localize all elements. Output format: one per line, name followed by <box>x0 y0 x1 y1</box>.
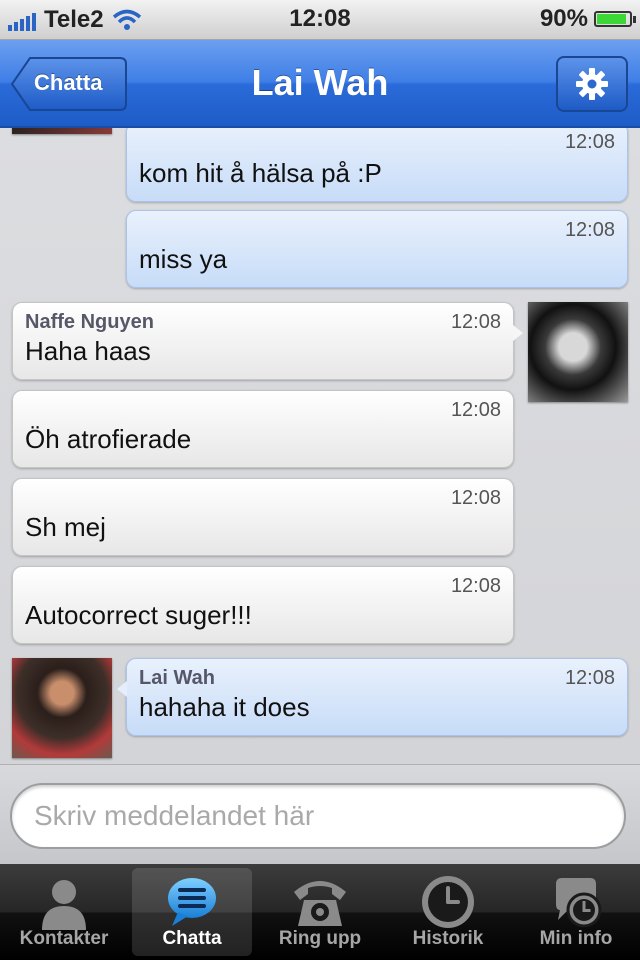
message-bubble[interactable]: 12:08 Sh mej <box>12 478 514 556</box>
tab-my-info[interactable]: Min info <box>516 868 636 956</box>
message-sender: Naffe Nguyen <box>25 311 154 333</box>
gear-icon <box>576 68 608 100</box>
my-info-icon <box>556 878 602 928</box>
message-time: 12:08 <box>450 575 501 597</box>
navigation-bar: Chatta Lai Wah <box>0 40 640 128</box>
chat-icon <box>168 878 216 926</box>
message-bubble[interactable]: Lai Wah 12:08 hahaha it does <box>117 658 628 736</box>
message-bubble[interactable]: 12:08 kom hit å hälsa på :P <box>126 128 628 202</box>
message-text: Öh atrofierade <box>25 424 192 454</box>
avatar-lai-wah[interactable] <box>12 658 112 758</box>
contacts-icon <box>42 880 86 930</box>
tab-label: Ring upp <box>278 928 362 949</box>
tab-label: Kontakter <box>19 928 109 949</box>
message-time: 12:08 <box>450 311 501 333</box>
message-bubble[interactable]: Naffe Nguyen 12:08 Haha haas <box>12 302 523 380</box>
battery-icon <box>594 11 636 27</box>
tab-chat[interactable]: Chatta <box>132 868 252 956</box>
tab-call[interactable]: Ring upp <box>260 868 380 956</box>
tab-history[interactable]: Historik <box>388 868 508 956</box>
message-time: 12:08 <box>564 131 615 153</box>
message-sender: Lai Wah <box>139 667 215 689</box>
message-input[interactable] <box>10 783 626 849</box>
tab-bar: Kontakter Chatta Ring upp Historik Min i… <box>0 864 640 960</box>
message-time: 12:08 <box>450 487 501 509</box>
chat-thread[interactable]: 12:08 kom hit å hälsa på :P 12:08 miss y… <box>0 128 640 764</box>
battery-percent: 90% <box>539 5 588 32</box>
tab-label: Min info <box>539 928 613 949</box>
message-time: 12:08 <box>564 219 615 241</box>
status-bar: Tele2 12:08 90% <box>0 0 640 40</box>
avatar-lai-wah-top <box>12 128 112 134</box>
message-time: 12:08 <box>564 667 615 689</box>
message-text: Autocorrect suger!!! <box>25 600 252 630</box>
message-bubble[interactable]: 12:08 Öh atrofierade <box>12 390 514 468</box>
tab-label: Historik <box>412 928 484 949</box>
tab-contacts[interactable]: Kontakter <box>4 868 124 956</box>
battery-status: 90% <box>539 5 636 33</box>
message-text: hahaha it does <box>139 692 310 722</box>
message-text: Haha haas <box>25 336 151 366</box>
avatar-naffe-nguyen[interactable] <box>528 302 628 402</box>
message-bubble[interactable]: 12:08 miss ya <box>126 210 628 288</box>
clock-icon <box>422 876 474 928</box>
settings-button[interactable] <box>556 56 628 112</box>
page-title: Lai Wah <box>251 62 389 103</box>
message-time: 12:08 <box>450 399 501 421</box>
composer-bar <box>0 764 640 864</box>
tab-label: Chatta <box>162 928 222 949</box>
message-text: kom hit å hälsa på :P <box>139 158 382 188</box>
message-text: miss ya <box>139 244 228 274</box>
message-text: Sh mej <box>25 512 106 542</box>
phone-icon <box>294 881 346 926</box>
message-bubble[interactable]: 12:08 Autocorrect suger!!! <box>12 566 514 644</box>
